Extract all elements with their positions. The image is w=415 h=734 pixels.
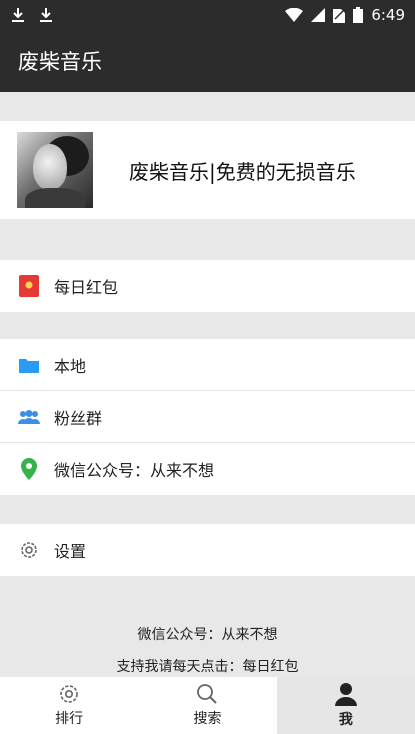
- nav-label: 排行: [55, 711, 84, 727]
- avatar[interactable]: [17, 132, 93, 208]
- signal-icon: [311, 8, 326, 22]
- profile-card[interactable]: 废柴音乐|免费的无损音乐: [0, 121, 415, 219]
- app-title: 废柴音乐: [18, 50, 102, 74]
- menu-item-daily-red-envelope[interactable]: 每日红包: [0, 260, 415, 312]
- search-icon: [197, 684, 218, 704]
- download-icon: [12, 8, 24, 22]
- menu-label: 每日红包: [54, 278, 119, 297]
- status-right-icons: 6:49: [285, 6, 405, 24]
- battery-icon: [353, 7, 364, 23]
- status-bar: 6:49: [0, 0, 415, 30]
- folder-icon: [18, 354, 40, 376]
- menu-label: 微信公众号：从来不想: [54, 461, 215, 480]
- nav-item-me[interactable]: 我: [276, 677, 415, 734]
- gear-icon: [18, 539, 40, 561]
- bottom-nav: 排行 搜索 我: [0, 677, 415, 734]
- menu-label: 粉丝群: [54, 408, 103, 428]
- app-bar: 废柴音乐: [0, 30, 415, 92]
- no-sim-icon: [333, 9, 346, 23]
- red-envelope-icon: [18, 275, 40, 297]
- menu-group-1: 每日红包: [0, 260, 415, 312]
- menu-item-fan-group[interactable]: 粉丝群: [0, 391, 415, 443]
- wifi-icon: [285, 8, 304, 22]
- nav-label: 搜索: [193, 711, 222, 727]
- group-icon: [18, 406, 40, 428]
- gear-icon: [60, 685, 78, 703]
- menu-item-local[interactable]: 本地: [0, 339, 415, 391]
- location-pin-icon: [18, 458, 40, 480]
- nav-label: 我: [338, 712, 353, 728]
- nav-item-ranking[interactable]: 排行: [0, 677, 138, 734]
- download-icon: [40, 8, 52, 22]
- menu-group-3: 设置: [0, 524, 415, 576]
- footer-support-text: 支持我请每天点击：每日红包: [116, 659, 299, 675]
- status-left-icons: [10, 7, 54, 23]
- profile-name: 废柴音乐|免费的无损音乐: [129, 159, 356, 184]
- menu-item-settings[interactable]: 设置: [0, 524, 415, 576]
- menu-label: 设置: [54, 542, 87, 561]
- nav-item-search[interactable]: 搜索: [138, 677, 276, 734]
- footer-wechat-text: 微信公众号：从来不想: [137, 627, 278, 643]
- menu-group-2: 本地 粉丝群 微信公众号：从来不想: [0, 339, 415, 495]
- menu-item-wechat-account[interactable]: 微信公众号：从来不想: [0, 443, 415, 495]
- person-icon: [334, 683, 357, 706]
- menu-label: 本地: [54, 356, 87, 376]
- status-time: 6:49: [371, 6, 405, 24]
